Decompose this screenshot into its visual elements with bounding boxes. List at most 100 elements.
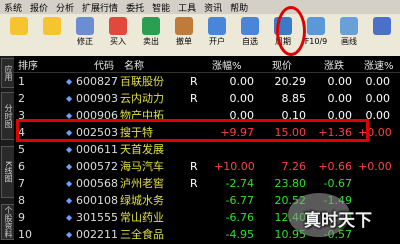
cell-seq: 6 (18, 160, 25, 173)
toolbar-label: 修正 (77, 37, 93, 46)
toolbar-label: 开户 (209, 37, 225, 46)
diamond-icon: ◆ (66, 77, 73, 86)
table-row[interactable]: 5 ◆ 000611 天首发展 (14, 141, 400, 159)
cell-change: 0.00 (327, 75, 353, 88)
table-row[interactable]: 2 ◆ 000903 云内动力 R 0.00 8.85 0.00 0.00 (14, 90, 400, 108)
cell-flag: R (190, 92, 198, 105)
menu-item[interactable]: 资讯 (200, 1, 226, 14)
cell-change: +0.66 (318, 160, 352, 173)
diamond-icon: ◆ (66, 162, 73, 171)
menu-item[interactable]: 扩展行情 (78, 1, 122, 14)
cell-seq: 10 (18, 228, 32, 241)
highlight-box (16, 119, 369, 142)
cell-seq: 9 (18, 211, 25, 224)
menu-item[interactable]: 委托 (122, 1, 148, 14)
menu-item[interactable]: 智能 (148, 1, 174, 14)
col-code[interactable]: 代码 (94, 57, 114, 72)
toolbar-button[interactable]: 撤单 (171, 17, 197, 55)
diamond-icon: ◆ (66, 145, 73, 154)
buy-icon (109, 17, 127, 35)
star-icon (241, 17, 259, 35)
cancel-order-icon (175, 17, 193, 35)
cell-seq: 8 (18, 194, 25, 207)
cell-speed: +0.00 (358, 160, 392, 173)
col-change[interactable]: 涨跌 (324, 57, 344, 72)
cell-pct: -4.95 (225, 228, 254, 241)
diamond-icon: ◆ (66, 213, 73, 222)
cell-pct: 0.00 (229, 92, 255, 105)
menu-item[interactable]: 工具 (174, 1, 200, 14)
toolbar-button[interactable]: 买入 (105, 17, 131, 55)
toolbar-button[interactable]: 自选 (237, 17, 263, 55)
cell-price: 20.29 (274, 75, 307, 88)
cell-name: 云内动力 (120, 92, 164, 105)
diamond-icon: ◆ (66, 230, 73, 239)
open-account-icon (208, 17, 226, 35)
menu-bar: 系统 报价 分析 扩展行情 委托 智能 工具 资讯 帮助 (0, 0, 400, 14)
diamond-icon: ◆ (66, 94, 73, 103)
cell-speed: 0.00 (365, 92, 391, 105)
toolbar-button[interactable]: 开户 (204, 17, 230, 55)
toolbar-button[interactable]: 画线 (336, 17, 362, 55)
col-pct[interactable]: 涨幅% (212, 57, 242, 72)
cell-flag: R (190, 75, 198, 88)
cell-code: 002211 (76, 228, 118, 241)
menu-item[interactable]: 系统 (0, 1, 26, 14)
toolbar-label: 撤单 (176, 37, 192, 46)
toolbar-button[interactable] (39, 17, 65, 55)
col-name[interactable]: 名称 (124, 57, 144, 72)
toolbar-button[interactable]: F10/9 (303, 17, 329, 55)
cell-price: 8.85 (281, 92, 307, 105)
sidebar-tab[interactable]: 分时图 (1, 92, 15, 140)
toolbar-button[interactable]: 卖出 (138, 17, 164, 55)
sidebar-tab[interactable]: 应用 (1, 58, 15, 88)
cell-code: 600827 (76, 75, 118, 88)
cell-pct: 0.00 (229, 75, 255, 88)
gear-icon (76, 17, 94, 35)
highlight-circle (276, 6, 306, 56)
cell-code: 000903 (76, 92, 118, 105)
toolbar-label: 画线 (341, 37, 357, 46)
cell-seq: 5 (18, 143, 25, 156)
cell-name: 常山药业 (120, 211, 164, 224)
cell-pct: -2.74 (225, 177, 254, 190)
diamond-icon: ◆ (66, 196, 73, 205)
forward-arrow-icon (43, 17, 61, 35)
cell-price: 7.26 (281, 160, 307, 173)
toolbar-button[interactable] (369, 17, 395, 55)
col-speed[interactable]: 涨速% (364, 57, 394, 72)
cell-code: 000568 (76, 177, 118, 190)
cell-flag: R (190, 177, 198, 190)
cell-change: -0.67 (323, 177, 352, 190)
toolbar-button[interactable]: 修正 (72, 17, 98, 55)
toolbar-button[interactable] (6, 17, 32, 55)
sidebar-tab[interactable]: 个股资料 (1, 204, 15, 240)
cell-price: 23.80 (274, 177, 307, 190)
cell-pct: -6.76 (225, 211, 254, 224)
sidebar-tab[interactable]: K线图 (1, 146, 15, 198)
cell-name: 泸州老窖 (120, 177, 164, 190)
toolbar-label: 自选 (242, 37, 258, 46)
col-price[interactable]: 现价 (272, 57, 292, 72)
cell-code: 600108 (76, 194, 118, 207)
table-row[interactable]: 1 ◆ 600827 百联股份 R 0.00 20.29 0.00 0.00 (14, 73, 400, 91)
table-header: 排序 代码 名称 涨幅% 现价 涨跌 涨速% (14, 56, 400, 73)
table-row[interactable]: 7 ◆ 000568 泸州老窖 R -2.74 23.80 -0.67 (14, 175, 400, 193)
toolbar: 修正 买入 卖出 撤单 开户 自选 周期 F10/9 画线 (0, 14, 400, 57)
menu-item[interactable]: 分析 (52, 1, 78, 14)
back-arrow-icon (10, 17, 28, 35)
menu-item[interactable]: 帮助 (226, 1, 252, 14)
cell-name: 天首发展 (120, 143, 164, 156)
cell-name: 绿城水务 (120, 194, 164, 207)
grid-icon (373, 17, 391, 35)
cell-name: 百联股份 (120, 75, 164, 88)
cell-pct: +10.00 (214, 160, 255, 173)
cell-code: 301555 (76, 211, 118, 224)
menu-item[interactable]: 报价 (26, 1, 52, 14)
col-seq[interactable]: 排序 (18, 57, 38, 72)
sidebar: 应用分时图 K线图个股资料 (0, 56, 15, 240)
cell-name: 海马汽车 (120, 160, 164, 173)
cell-name: 三全食品 (120, 228, 164, 241)
table-row[interactable]: 6 ◆ 000572 海马汽车 R +10.00 7.26 +0.66 +0.00 (14, 158, 400, 176)
diamond-icon: ◆ (66, 179, 73, 188)
